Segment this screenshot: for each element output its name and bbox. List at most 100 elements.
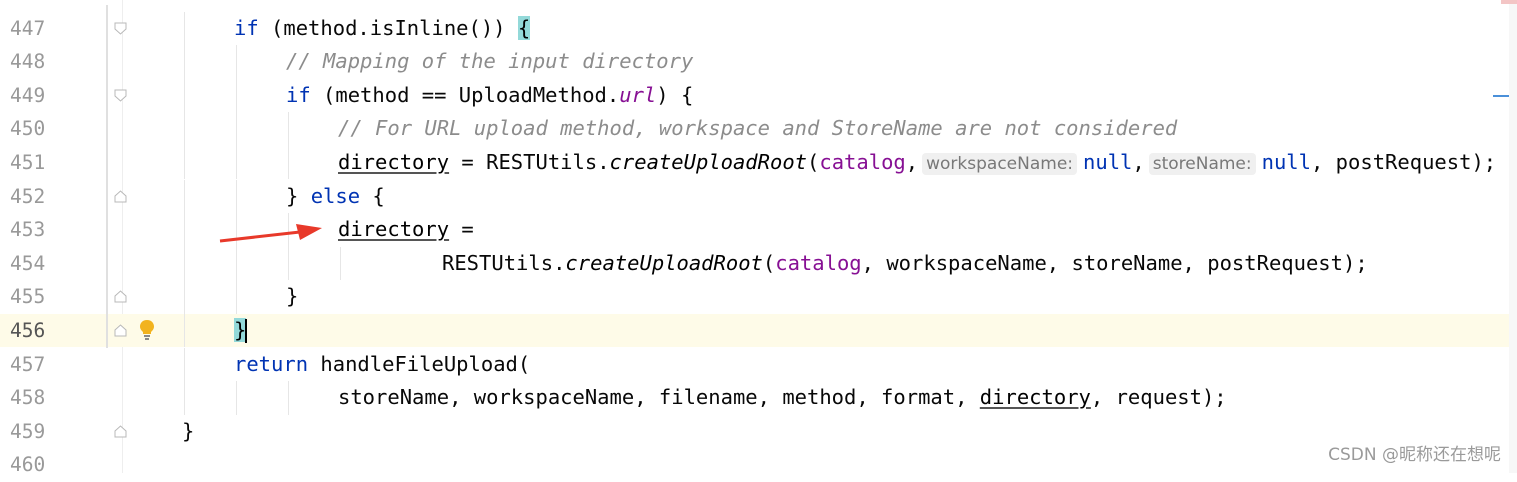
code-text[interactable]: // Mapping of the input directory xyxy=(286,45,693,79)
code-token: null xyxy=(1261,149,1311,174)
code-line[interactable]: } xyxy=(122,313,1509,348)
line-number[interactable]: 454 xyxy=(10,247,45,281)
gutter-line[interactable]: 454 xyxy=(0,247,122,281)
code-text[interactable]: } xyxy=(286,280,298,314)
text-caret xyxy=(245,318,248,343)
gutter-line[interactable]: 458 xyxy=(0,381,122,415)
indent-guide xyxy=(288,145,289,180)
indent-guide xyxy=(236,45,237,79)
line-number[interactable]: 459 xyxy=(10,415,45,449)
vcs-change-marker[interactable] xyxy=(106,5,108,348)
editor-scrollbar[interactable] xyxy=(1509,0,1517,473)
code-line[interactable]: return handleFileUpload( xyxy=(122,347,1509,382)
indent-guide xyxy=(184,179,185,214)
code-token: ( xyxy=(762,250,776,275)
line-number[interactable]: 460 xyxy=(10,448,45,482)
indent-guide xyxy=(184,347,185,382)
indent-guide xyxy=(236,145,237,180)
code-text[interactable]: directory = RESTUtils.createUploadRoot(c… xyxy=(338,146,1496,182)
code-line[interactable]: } else { xyxy=(122,179,1509,214)
code-text[interactable]: // For URL upload method, workspace and … xyxy=(338,112,1177,146)
line-number[interactable]: 455 xyxy=(10,280,45,314)
code-token: null xyxy=(1083,149,1133,174)
code-token: directory xyxy=(338,149,450,174)
indent-guide xyxy=(184,381,185,415)
code-token: handleFileUpload( xyxy=(308,351,531,376)
code-token: (method.isInline()) xyxy=(258,15,518,40)
lightbulb-icon[interactable] xyxy=(138,318,156,342)
gutter-line[interactable]: 448 xyxy=(0,45,122,79)
code-line[interactable]: } xyxy=(122,415,1509,449)
code-line[interactable]: // For URL upload method, workspace and … xyxy=(122,112,1509,146)
error-stripe-mark[interactable] xyxy=(1501,0,1517,4)
code-text[interactable]: } else { xyxy=(286,180,385,214)
code-line[interactable]: if (method.isInline()) { xyxy=(122,11,1509,46)
code-text[interactable]: directory = xyxy=(338,213,474,247)
gutter-line[interactable]: 451 xyxy=(0,146,122,180)
gutter-line[interactable]: 455 xyxy=(0,280,122,314)
fold-open-icon[interactable] xyxy=(114,22,127,35)
gutter-line[interactable]: 449 xyxy=(0,79,122,113)
gutter-line[interactable]: 459 xyxy=(0,415,122,449)
line-number[interactable]: 458 xyxy=(10,381,45,415)
line-number[interactable]: 450 xyxy=(10,112,45,146)
code-line[interactable]: // Mapping of the input directory xyxy=(122,45,1509,79)
line-number[interactable]: 457 xyxy=(10,348,45,382)
code-text[interactable]: if (method.isInline()) { xyxy=(234,12,531,46)
indent-guide xyxy=(340,246,341,281)
code-text[interactable]: storeName, workspaceName, filename, meth… xyxy=(338,381,1227,415)
parameter-hint: workspaceName: xyxy=(922,152,1078,175)
line-number[interactable]: 449 xyxy=(10,79,45,113)
code-line[interactable] xyxy=(122,448,1509,473)
code-token: createUploadRoot xyxy=(565,250,763,275)
gutter-line[interactable]: 452 xyxy=(0,180,122,214)
fold-close-icon[interactable] xyxy=(114,189,127,203)
line-number[interactable]: 451 xyxy=(10,146,45,180)
line-number[interactable]: 453 xyxy=(10,213,45,247)
code-editor[interactable]: if (method.isInline()) {// Mapping of th… xyxy=(122,0,1509,473)
gutter-line[interactable]: 460 xyxy=(0,448,122,482)
code-token: (method == UploadMethod. xyxy=(310,82,620,107)
code-line[interactable]: } xyxy=(122,280,1509,314)
code-token: directory xyxy=(338,217,450,242)
code-token: return xyxy=(234,351,309,376)
line-number[interactable]: 448 xyxy=(10,45,45,79)
code-text[interactable]: } xyxy=(182,415,194,449)
code-text[interactable]: } xyxy=(234,314,248,348)
indent-guide xyxy=(236,112,237,146)
indent-guide xyxy=(184,112,185,146)
code-line[interactable]: RESTUtils.createUploadRoot(catalog, work… xyxy=(122,246,1509,281)
indent-guide xyxy=(184,246,185,281)
code-text[interactable]: return handleFileUpload( xyxy=(234,348,530,382)
code-text[interactable]: if (method == UploadMethod.url) { xyxy=(286,79,693,113)
code-token: storeName, workspaceName, filename, meth… xyxy=(338,385,980,410)
code-text[interactable]: RESTUtils.createUploadRoot(catalog, work… xyxy=(442,247,1368,281)
indent-guide xyxy=(184,280,185,314)
indent-guide xyxy=(184,11,185,46)
gutter-line[interactable]: 457 xyxy=(0,348,122,382)
code-token: , workspaceName, storeName, postRequest)… xyxy=(861,250,1368,275)
fold-close-icon[interactable] xyxy=(114,290,127,303)
indent-guide xyxy=(288,381,289,415)
gutter-line[interactable]: 453 xyxy=(0,213,122,247)
code-line[interactable]: directory = RESTUtils.createUploadRoot(c… xyxy=(122,145,1509,182)
parameter-hint: storeName: xyxy=(1148,152,1256,175)
code-line[interactable]: storeName, workspaceName, filename, meth… xyxy=(122,381,1509,415)
code-line[interactable]: directory = xyxy=(122,213,1509,247)
line-number[interactable]: 452 xyxy=(10,180,45,214)
code-token: { xyxy=(360,183,385,208)
fold-close-icon[interactable] xyxy=(114,425,127,438)
code-token: } xyxy=(286,183,311,208)
gutter-line[interactable]: 450 xyxy=(0,112,122,146)
code-line[interactable]: if (method == UploadMethod.url) { xyxy=(122,78,1509,113)
fold-open-icon[interactable] xyxy=(114,89,127,102)
indent-guide xyxy=(184,145,185,180)
gutter-line[interactable]: 447 xyxy=(0,12,122,46)
gutter-line[interactable]: 456 xyxy=(0,313,122,348)
error-stripe-mark[interactable] xyxy=(1493,95,1509,97)
fold-close-icon[interactable] xyxy=(114,324,127,337)
watermark: CSDN @昵称还在想呢 xyxy=(1328,445,1501,465)
code-token: ) { xyxy=(656,82,694,107)
line-number[interactable]: 456 xyxy=(10,314,45,348)
line-number[interactable]: 447 xyxy=(10,12,45,46)
